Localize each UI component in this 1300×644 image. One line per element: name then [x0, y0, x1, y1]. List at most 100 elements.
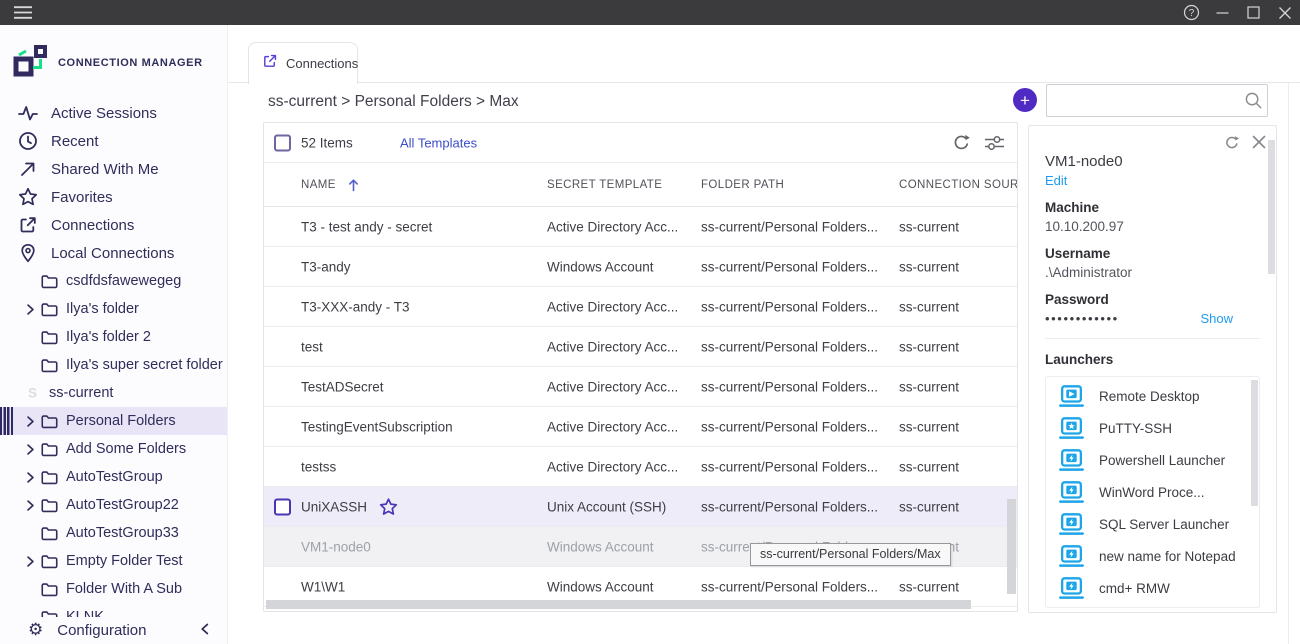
table-toolbar: 52 Items All Templates [264, 123, 1017, 163]
password-label: Password [1045, 292, 1260, 307]
template-filter-link[interactable]: All Templates [400, 135, 477, 150]
connection-manager-logo-icon [12, 44, 48, 83]
collapse-sidebar-icon[interactable] [200, 622, 209, 640]
table-row-testadsecret[interactable]: TestADSecretActive Directory Acc...ss-cu… [264, 367, 1017, 407]
breadcrumb[interactable]: ss-current > Personal Folders > Max [268, 93, 519, 111]
table-row-testingeventsubscription[interactable]: TestingEventSubscriptionActive Directory… [264, 407, 1017, 447]
tree-item-empty-folder-test[interactable]: Empty Folder Test [0, 547, 227, 575]
tree-item-personal-folders[interactable]: Personal Folders [0, 407, 227, 435]
folder-tree: csdfdsfawewegegIlya's folderIlya's folde… [0, 267, 227, 631]
cell-connection-source: ss-current [899, 419, 959, 434]
launcher-item-putty-ssh[interactable]: PuTTY-SSH [1046, 412, 1259, 444]
sidebar-item-local-connections[interactable]: Local Connections [0, 239, 227, 267]
help-icon[interactable]: ? [1176, 0, 1207, 25]
sidebar-item-recent[interactable]: Recent [0, 127, 227, 155]
hamburger-menu-icon[interactable] [0, 0, 33, 25]
cell-connection-source: ss-current [899, 259, 959, 274]
launcher-item-new-name-for-notepad[interactable]: new name for Notepad [1046, 540, 1259, 572]
tree-item-autotestgroup22[interactable]: AutoTestGroup22 [0, 491, 227, 519]
machine-value: 10.10.200.97 [1045, 219, 1260, 234]
folder-icon [41, 554, 58, 569]
tree-item-ilya-s-folder[interactable]: Ilya's folder [0, 295, 227, 323]
tree-item-add-some-folders[interactable]: Add Some Folders [0, 435, 227, 463]
cell-name: test [301, 339, 323, 354]
sidebar-item-favorites[interactable]: Favorites [0, 183, 227, 211]
chevron-right-icon[interactable] [26, 472, 41, 482]
tab-connections[interactable]: Connections [248, 42, 358, 84]
table-row-t3-test-andy-secret[interactable]: T3 - test andy - secretActive Directory … [264, 207, 1017, 247]
external-link-icon [262, 53, 278, 74]
column-header-name[interactable]: NAME [301, 179, 336, 191]
chevron-right-icon[interactable] [26, 556, 41, 566]
row-checkbox[interactable] [274, 498, 291, 515]
tab-strip: Connections [228, 25, 1300, 83]
sidebar-item-connections[interactable]: Connections [0, 211, 227, 239]
sort-ascending-icon[interactable] [348, 178, 359, 191]
cell-connection-source: ss-current [899, 339, 959, 354]
launcher-item-remote-desktop[interactable]: Remote Desktop [1046, 380, 1259, 412]
maximize-icon[interactable] [1238, 0, 1269, 25]
close-icon[interactable] [1269, 0, 1300, 25]
tree-item-csdfdsfawewegeg[interactable]: csdfdsfawewegeg [0, 267, 227, 295]
folder-icon [41, 442, 58, 457]
chevron-right-icon[interactable] [26, 500, 41, 510]
search-input[interactable] [1047, 85, 1239, 116]
activity-icon [18, 103, 38, 123]
tree-item-autotestgroup[interactable]: AutoTestGroup [0, 463, 227, 491]
add-connection-button[interactable]: + [1013, 88, 1037, 112]
select-all-checkbox[interactable] [274, 134, 291, 151]
tree-item-ilya-s-folder-2[interactable]: Ilya's folder 2 [0, 323, 227, 351]
refresh-icon[interactable] [952, 133, 971, 152]
table-row-testss[interactable]: testssActive Directory Acc...ss-current/… [264, 447, 1017, 487]
cell-connection-source: ss-current [899, 499, 959, 514]
cell-secret-template: Unix Account (SSH) [547, 499, 666, 514]
table-row-t3-xxx-andy-t3[interactable]: T3-XXX-andy - T3Active Directory Acc...s… [264, 287, 1017, 327]
folder-icon [41, 274, 58, 289]
panel-scrollbar-thumb[interactable] [1268, 140, 1275, 274]
filter-settings-icon[interactable] [984, 134, 1005, 151]
panel-close-icon[interactable] [1252, 135, 1266, 151]
cell-secret-template: Active Directory Acc... [547, 219, 678, 234]
table-row-test[interactable]: testActive Directory Acc...ss-current/Pe… [264, 327, 1017, 367]
launcher-item-winword-proce[interactable]: WinWord Proce... [1046, 476, 1259, 508]
column-header-connection-source[interactable]: CONNECTION SOURCE [899, 179, 1018, 191]
minimize-icon[interactable] [1207, 0, 1238, 25]
tree-item-label: Folder With A Sub [66, 581, 182, 597]
table-row-unixassh[interactable]: UniXASSHUnix Account (SSH)ss-current/Per… [264, 487, 1017, 527]
tree-item-ilya-s-super-secret-folder[interactable]: Ilya's super secret folder [0, 351, 227, 379]
tree-item-autotestgroup33[interactable]: AutoTestGroup33 [0, 519, 227, 547]
tree-item-folder-with-a-sub[interactable]: Folder With A Sub [0, 575, 227, 603]
sidebar-item-active-sessions[interactable]: Active Sessions [0, 99, 227, 127]
brand: CONNECTION MANAGER [0, 25, 227, 85]
launcher-item-powershell-launcher[interactable]: Powershell Launcher [1046, 444, 1259, 476]
tree-item-ss-current[interactable]: Sss-current [0, 379, 227, 407]
vertical-scrollbar-thumb[interactable] [1007, 499, 1016, 594]
cell-name: T3-andy [301, 259, 351, 274]
sidebar-item-shared-with-me[interactable]: Shared With Me [0, 155, 227, 183]
panel-refresh-icon[interactable] [1224, 135, 1240, 151]
chevron-right-icon[interactable] [26, 416, 41, 426]
launcher-item-cmd-rmw[interactable]: cmd+ RMW [1046, 572, 1259, 604]
chevron-right-icon[interactable] [26, 304, 41, 314]
cell-secret-template: Active Directory Acc... [547, 419, 678, 434]
launchers-heading: Launchers [1045, 352, 1260, 367]
column-header-folder-path[interactable]: FOLDER PATH [701, 179, 784, 191]
search-icon[interactable] [1239, 91, 1267, 110]
launchers-scrollbar-thumb[interactable] [1251, 380, 1258, 506]
table-row-t3-andy[interactable]: T3-andyWindows Accountss-current/Persona… [264, 247, 1017, 287]
tree-item-label: Ilya's super secret folder [66, 357, 223, 373]
titlebar: ? [0, 0, 1300, 25]
launcher-label: cmd+ RMW [1099, 581, 1170, 596]
show-password-link[interactable]: Show [1200, 311, 1233, 326]
svg-text:?: ? [1189, 8, 1195, 19]
right-edge-divider [1288, 83, 1289, 644]
launcher-item-sql-server-launcher[interactable]: SQL Server Launcher [1046, 508, 1259, 540]
sql-server-launcher-icon [1058, 513, 1085, 536]
sidebar-item-configuration[interactable]: ⚙ Configuration [0, 617, 227, 644]
horizontal-scrollbar-thumb[interactable] [266, 600, 971, 609]
column-header-secret-template[interactable]: SECRET TEMPLATE [547, 179, 662, 191]
edit-link[interactable]: Edit [1045, 173, 1067, 188]
chevron-right-icon[interactable] [26, 444, 41, 454]
favorite-star-icon[interactable] [379, 497, 398, 516]
cmd-launcher-icon [1058, 577, 1085, 600]
